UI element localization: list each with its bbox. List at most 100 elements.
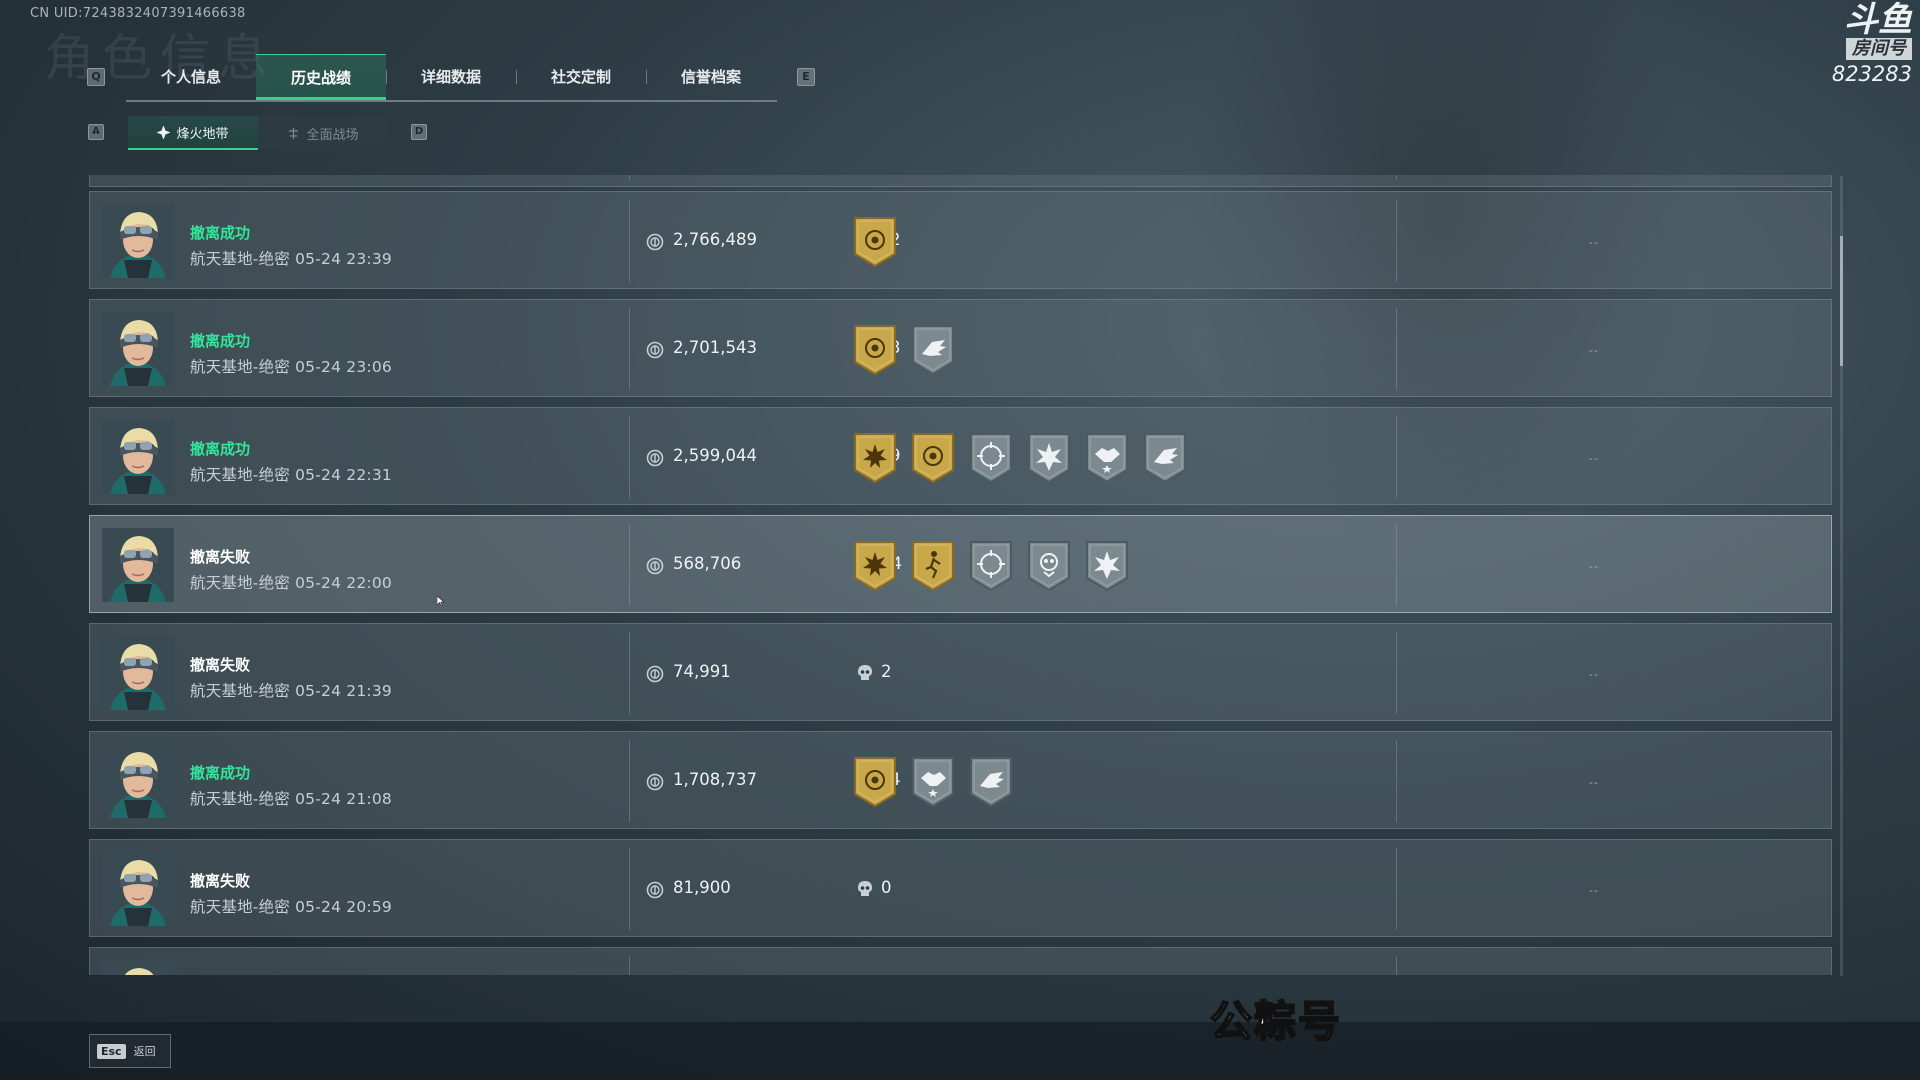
match-row[interactable]: 撤离失败航天基地-绝密 05-24 22:00568,70614-- — [89, 515, 1832, 613]
avatar — [102, 420, 174, 494]
map-and-time: 航天基地-绝密 05-24 23:39 — [190, 250, 392, 268]
empty-value: -- — [1589, 776, 1599, 789]
coin-value-icon — [646, 665, 664, 683]
empty-value: -- — [1589, 668, 1599, 681]
match-row[interactable]: 撤离成功航天基地-绝密 05-24 23:062,701,5433-- — [89, 299, 1832, 397]
match-history-list: 撤离成功航天基地-绝密 05-24 23:392,766,4892--撤离成功航… — [89, 175, 1832, 975]
gray-target-medal-icon — [970, 433, 1012, 484]
gold-sun-medal-icon — [854, 433, 896, 484]
avatar — [102, 852, 174, 926]
empty-value: -- — [1589, 560, 1599, 573]
gray-wing-medal-icon — [1144, 433, 1186, 484]
gold-runner-medal-icon — [912, 541, 954, 592]
footer-bar — [0, 1022, 1920, 1080]
list-scrollbar[interactable] — [1840, 176, 1843, 976]
stream-brand-watermark: 斗鱼 房间号 823283 — [1832, 2, 1912, 88]
match-row[interactable]: 撤离成功航天基地-绝密 05-24 21:081,708,7374-- — [89, 731, 1832, 829]
map-and-time: 航天基地-绝密 05-24 22:31 — [190, 466, 392, 484]
gray-burst-medal-icon — [1028, 433, 1070, 484]
column-divider — [629, 175, 630, 180]
prev-subtab-key-hint[interactable]: A — [88, 124, 104, 140]
coin-value-icon — [646, 449, 664, 467]
column-divider — [629, 848, 630, 930]
extraction-status: 撤离成功 — [190, 224, 251, 242]
overlay-watermark-text: 公粽号 — [1209, 996, 1343, 1047]
gold-coin-medal-icon — [854, 757, 896, 808]
coin-value-icon — [646, 233, 664, 251]
column-divider — [629, 416, 630, 498]
match-row[interactable]: 撤离成功航天基地-绝密 05-24 22:312,599,0449-- — [89, 407, 1832, 505]
brand-logo: 斗鱼 — [1844, 0, 1912, 40]
esc-key-hint: Esc — [97, 1043, 126, 1059]
next-tab-key-hint[interactable]: E — [797, 68, 815, 86]
coin-value-icon — [646, 773, 664, 791]
mouse-cursor-icon — [437, 596, 445, 606]
extraction-status: 撤离失败 — [190, 656, 251, 674]
avatar — [102, 204, 174, 278]
coin-value-icon — [646, 341, 664, 359]
gray-hand-medal-icon — [1086, 433, 1128, 484]
avatar — [102, 636, 174, 710]
next-subtab-key-hint[interactable]: D — [411, 124, 427, 140]
map-and-time: 航天基地-绝密 05-24 22:00 — [190, 574, 392, 592]
scrollbar-thumb[interactable] — [1840, 236, 1843, 366]
haul-value: 74,991 — [673, 662, 731, 681]
medal-list — [852, 540, 1130, 592]
extraction-status: 撤离成功 — [190, 332, 251, 350]
coin-value-icon — [646, 881, 664, 899]
subtab-2[interactable]: 全面战场 — [258, 116, 388, 150]
map-and-time: 航天基地-绝密 05-24 21:08 — [190, 790, 392, 808]
column-divider — [1396, 416, 1397, 498]
column-divider — [629, 200, 630, 282]
medal-list — [852, 324, 956, 376]
prev-tab-key-hint[interactable]: Q — [87, 68, 105, 86]
subtab-label: 全面战场 — [306, 127, 359, 143]
map-and-time: 航天基地-绝密 05-24 23:06 — [190, 358, 392, 376]
extraction-status: 撤离失败 — [190, 872, 251, 890]
column-divider — [1396, 848, 1397, 930]
column-divider — [1396, 740, 1397, 822]
medal-list — [852, 432, 1188, 484]
kill-count: 0 — [881, 878, 892, 897]
battlefield-icon — [289, 127, 299, 139]
gold-sun-medal-icon — [854, 541, 896, 592]
avatar — [102, 744, 174, 818]
empty-value: -- — [1589, 344, 1599, 357]
column-divider — [1396, 200, 1397, 282]
back-button[interactable]: Esc 返回 — [89, 1034, 171, 1068]
medal-list — [852, 756, 1014, 808]
extraction-status: 撤离失败 — [190, 548, 251, 566]
avatar — [102, 312, 174, 386]
empty-value: -- — [1589, 236, 1599, 249]
avatar — [102, 528, 174, 602]
medal-list — [852, 216, 898, 268]
tab-2[interactable]: 历史战绩 — [256, 54, 386, 100]
gold-coin-medal-icon — [854, 217, 896, 268]
subtab-1[interactable]: 烽火地带 — [128, 116, 258, 150]
tab-4[interactable]: 社交定制 — [516, 54, 646, 100]
gray-target-medal-icon — [970, 541, 1012, 592]
tab-1[interactable]: 个人信息 — [126, 54, 256, 100]
empty-value: -- — [1589, 452, 1599, 465]
extraction-status: 撤离成功 — [190, 440, 251, 458]
column-divider — [629, 740, 630, 822]
brand-room-label: 房间号 — [1846, 38, 1912, 60]
haul-value: 2,599,044 — [673, 446, 757, 465]
beacon-zone-icon — [157, 125, 171, 139]
match-row[interactable]: 撤离失败 航天基地-绝密 05-24 20:59 81,900 0 -- — [89, 839, 1832, 937]
kill-count: 2 — [881, 662, 892, 681]
partial-row-top — [89, 175, 1832, 187]
column-divider — [629, 956, 630, 975]
haul-value: 2,766,489 — [673, 230, 757, 249]
map-and-time: 航天基地-绝密 05-24 20:59 — [190, 898, 392, 916]
match-row[interactable]: 撤离成功航天基地-绝密 05-24 23:392,766,4892-- — [89, 191, 1832, 289]
gray-wing-medal-icon — [970, 757, 1012, 808]
column-divider — [629, 308, 630, 390]
gray-skull-medal-icon — [1028, 541, 1070, 592]
match-row[interactable]: 撤离失败 航天基地-绝密 05-24 21:39 74,991 2 -- — [89, 623, 1832, 721]
column-divider — [1396, 956, 1397, 975]
column-divider — [1396, 175, 1397, 180]
tab-5[interactable]: 信誉档案 — [646, 54, 776, 100]
tab-3[interactable]: 详细数据 — [386, 54, 516, 100]
kills-skull-icon — [858, 881, 872, 896]
